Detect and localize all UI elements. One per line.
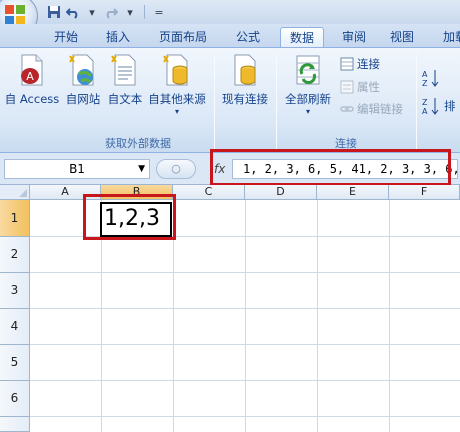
access-icon: A (16, 52, 48, 88)
undo-icon[interactable] (65, 4, 81, 20)
column-header-d[interactable]: D (245, 185, 317, 200)
chevron-down-icon[interactable]: ▾ (84, 4, 100, 20)
select-all-corner[interactable] (0, 185, 30, 200)
gridline (317, 200, 318, 432)
toolbar-divider (144, 5, 145, 19)
sort-descending-button[interactable]: Z A (422, 96, 440, 116)
tab-review[interactable]: 审阅 (336, 27, 372, 48)
properties-label: 属性 (357, 80, 380, 94)
from-web-button[interactable]: 自网站 (62, 52, 104, 107)
column-header-f[interactable]: F (389, 185, 460, 200)
gridline (30, 344, 460, 345)
title-bar: ▾ ▾ = (0, 0, 460, 24)
edit-links-label: 编辑链接 (357, 102, 403, 116)
row-header-5[interactable]: 5 (0, 345, 30, 381)
row-header-6[interactable]: 6 (0, 381, 30, 417)
tab-addins[interactable]: 加载 (440, 27, 460, 48)
from-web-label: 自网站 (65, 92, 101, 106)
column-header-e[interactable]: E (317, 185, 389, 200)
tab-data[interactable]: 数据 (280, 27, 324, 48)
tab-view[interactable]: 视图 (384, 27, 420, 48)
gridline (30, 380, 460, 381)
gridline (245, 200, 246, 432)
quick-access-toolbar: ▾ ▾ = (46, 3, 167, 21)
properties-icon (340, 80, 354, 94)
sort-ascending-button[interactable]: A Z (422, 68, 440, 88)
row-header-2[interactable]: 2 (0, 237, 30, 273)
svg-text:A: A (422, 107, 428, 116)
formula-bar-splitter[interactable]: ○ (156, 159, 196, 179)
tab-insert[interactable]: 插入 (98, 27, 138, 48)
row-header-4[interactable]: 4 (0, 309, 30, 345)
chevron-down-icon: ▾ (305, 107, 310, 116)
text-file-icon (109, 52, 141, 88)
row-header-3[interactable]: 3 (0, 273, 30, 309)
existing-connections-button[interactable]: 现有连接 (218, 52, 272, 107)
cell-highlight-box (83, 194, 176, 240)
edit-links-button[interactable]: 编辑链接 (340, 101, 403, 117)
save-icon[interactable] (46, 4, 62, 20)
gridline (30, 272, 460, 273)
connections-icon (340, 57, 354, 71)
redo-icon[interactable] (103, 4, 119, 20)
properties-button[interactable]: 属性 (340, 79, 380, 95)
row-header-1[interactable]: 1 (0, 200, 30, 237)
customize-toolbar-icon[interactable]: = (151, 4, 167, 20)
spreadsheet-grid: A B C D E F 1 2 3 4 5 6 (0, 185, 460, 432)
sort-label-partial: 排 (444, 99, 456, 113)
svg-text:Z: Z (422, 98, 428, 107)
connections-label: 连接 (357, 57, 380, 71)
formula-highlight-box (210, 149, 451, 186)
existing-connections-label: 现有连接 (222, 92, 268, 106)
tab-formulas[interactable]: 公式 (228, 27, 268, 48)
refresh-icon (292, 52, 324, 88)
tab-page-layout[interactable]: 页面布局 (150, 27, 216, 48)
name-box-value: B1 (69, 162, 85, 176)
gridline (30, 308, 460, 309)
gridline (30, 416, 460, 417)
chevron-down-icon[interactable]: ▼ (138, 160, 145, 178)
from-text-label: 自文本 (107, 92, 143, 106)
refresh-all-label: 全部刷新 (285, 92, 331, 106)
chain-link-icon (340, 102, 354, 116)
existing-connections-icon (229, 52, 261, 88)
database-icon (161, 52, 193, 88)
column-header-c[interactable]: C (173, 185, 245, 200)
svg-text:A: A (26, 70, 34, 83)
sort-descending-icon: Z A (422, 98, 439, 116)
from-access-button[interactable]: A 自 Access (2, 52, 62, 107)
group-divider (416, 54, 417, 150)
from-text-button[interactable]: 自文本 (104, 52, 146, 107)
chevron-down-icon[interactable]: ▾ (122, 4, 138, 20)
tab-home[interactable]: 开始 (46, 27, 86, 48)
name-box[interactable]: B1 ▼ (4, 159, 150, 179)
refresh-all-button[interactable]: 全部刷新 ▾ (282, 52, 334, 117)
from-access-label: 自 Access (4, 92, 60, 106)
from-other-sources-button[interactable]: 自其他来源 ▾ (146, 52, 208, 117)
web-globe-icon (67, 52, 99, 88)
ribbon-tabs: 开始 插入 页面布局 公式 数据 审阅 视图 加载 (0, 24, 460, 48)
gridline (389, 200, 390, 432)
from-other-sources-label: 自其他来源 (148, 92, 206, 106)
chevron-down-icon: ▾ (174, 107, 179, 116)
connections-button[interactable]: 连接 (340, 56, 380, 72)
ribbon: A 自 Access 自网站 自文本 自其他来源 ▾ 现有连接 获取外部数据 全… (0, 47, 460, 153)
svg-text:A: A (422, 70, 428, 79)
row-header-7[interactable] (0, 417, 30, 432)
svg-text:Z: Z (422, 79, 428, 88)
sort-ascending-icon: A Z (422, 70, 439, 88)
